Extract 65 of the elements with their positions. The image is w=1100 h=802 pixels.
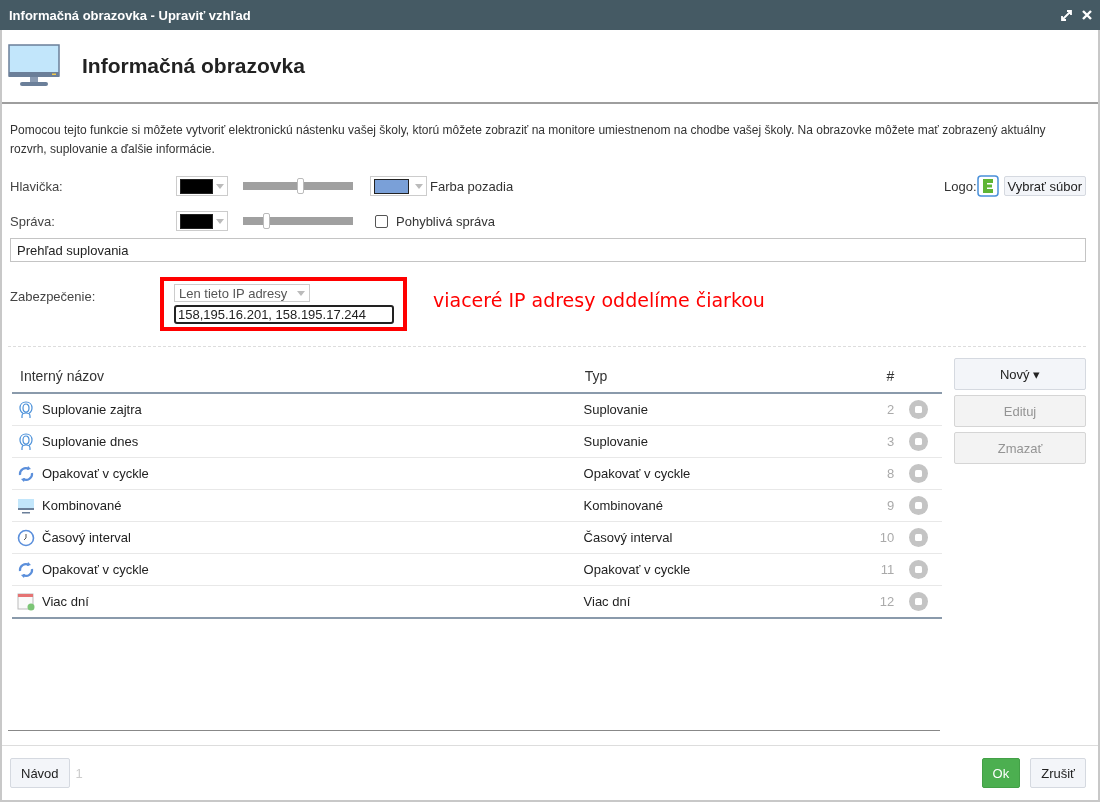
table-cell-text: Kombinované	[582, 498, 665, 513]
person-icon	[17, 400, 35, 419]
table-cell: Kombinované	[42, 498, 122, 513]
stop-icon[interactable]	[908, 432, 928, 451]
checkbox[interactable]	[375, 214, 388, 228]
table-cell-text: 12	[878, 594, 895, 609]
choose-file-button[interactable]: Vybrať súbor	[1003, 176, 1086, 196]
table-cell-text: 10	[878, 530, 895, 545]
table-cell-text: Opakovať v cyckle	[582, 466, 692, 481]
dropdown[interactable]: Len tieto IP adresy	[174, 284, 311, 302]
field-label: Správa:	[9, 213, 56, 229]
logo-label: Logo:	[943, 178, 977, 194]
message-field[interactable]: Prehľad suplovania	[10, 238, 1086, 262]
table-cell-text: 9	[885, 498, 895, 513]
table-cell-text: 2	[885, 402, 895, 417]
table-cell: Opakovať v cyckle	[42, 466, 149, 481]
field-label: Hlavička:	[9, 178, 64, 194]
description-text: Pomocou tejto funkcie si môžete vytvoriť elektronickú nástenku vašej školy, ktorú môžete zobraziť na monitore umiestnenom na chodbe vašej školy. Na obrazovke môžete mať zobrazený aktuálny rozvrh, suplovanie a ďalšie informácie.	[10, 122, 1047, 158]
table-cell: Suplovanie dnes	[42, 434, 139, 449]
maximize-icon[interactable]	[1061, 9, 1072, 21]
table-cell-text: Viac dní	[582, 594, 632, 609]
column-header: Interný názov	[19, 367, 106, 384]
refresh-icon	[17, 560, 35, 579]
table-cell-text: Suplovanie	[582, 434, 649, 449]
help-button[interactable]: Návod	[10, 758, 70, 788]
table-cell: Opakovať v cyckle	[42, 562, 149, 577]
logo-icon	[976, 175, 999, 197]
stop-icon[interactable]	[908, 400, 928, 419]
field-label: Farba pozadia	[430, 178, 514, 194]
color-picker[interactable]	[370, 176, 427, 196]
refresh-icon	[17, 464, 35, 483]
annotation-text: viaceré IP adresy oddelíme čiarkou	[433, 289, 765, 311]
table-cell: Časový interval	[42, 530, 131, 545]
checkbox-label: Pohyblivá správa	[396, 213, 495, 229]
slider[interactable]	[243, 212, 353, 230]
table-cell-text: Suplovanie	[582, 402, 649, 417]
person-icon	[17, 432, 35, 451]
close-icon[interactable]	[1082, 10, 1092, 20]
cancel-button[interactable]: Zrušiť	[1030, 758, 1086, 788]
monitor-icon	[17, 496, 35, 515]
table-cell: Suplovanie zajtra	[42, 402, 142, 417]
stop-icon[interactable]	[908, 592, 928, 611]
ip-field[interactable]: 158,195.16.201, 158.195.17.244	[174, 305, 394, 324]
table-cell-text: Časový interval	[582, 530, 674, 545]
stop-icon[interactable]	[908, 496, 928, 515]
table-cell-text: 8	[885, 466, 895, 481]
calendar-icon	[17, 592, 35, 611]
field-label: Zabezpečenie:	[9, 288, 97, 304]
color-picker[interactable]	[176, 176, 228, 196]
column-header: #	[885, 367, 895, 384]
window-title: Informačná obrazovka - Upraviť vzhľad	[9, 7, 251, 23]
page-title: Informačná obrazovka	[82, 54, 305, 78]
table-cell-text: 3	[885, 434, 895, 449]
table-cell-text: Opakovať v cyckle	[582, 562, 692, 577]
action-button[interactable]: Nový ▾	[954, 358, 1086, 390]
stop-icon[interactable]	[908, 464, 928, 483]
clock-icon	[17, 528, 35, 547]
table-cell: Viac dní	[42, 594, 89, 609]
monitor-icon	[8, 44, 60, 88]
color-picker[interactable]	[176, 211, 228, 231]
table-cell-text: 11	[879, 562, 895, 577]
stop-icon[interactable]	[908, 560, 928, 579]
column-header: Typ	[583, 367, 609, 384]
slider[interactable]	[243, 177, 353, 195]
stop-icon[interactable]	[908, 528, 928, 547]
